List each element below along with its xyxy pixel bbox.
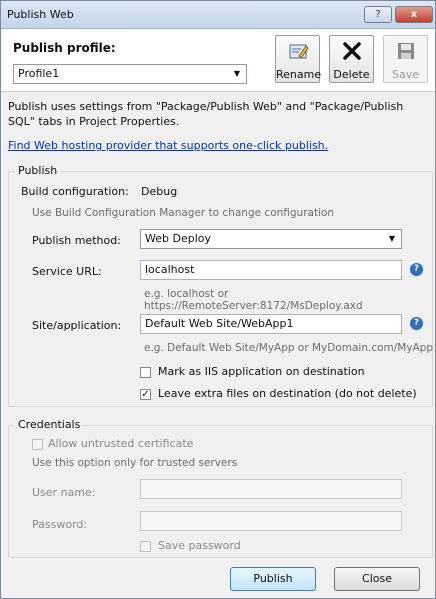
profile-header: Publish profile: Profile1 ▼ Rename Delet… <box>1 29 435 91</box>
site-application-label: Site/application: <box>32 319 122 332</box>
trusted-servers-hint: Use this option only for trusted servers <box>32 457 238 469</box>
password-input[interactable] <box>140 511 402 531</box>
site-application-hint: e.g. Default Web Site/MyApp or MyDomain.… <box>144 342 434 354</box>
service-url-label: Service URL: <box>32 265 102 278</box>
help-button[interactable]: ? <box>364 6 392 23</box>
publish-method-label: Publish method: <box>32 234 121 247</box>
rename-icon <box>276 40 319 66</box>
title-bar: Publish Web ? x <box>1 1 435 29</box>
allow-untrusted-checkbox[interactable] <box>32 439 43 450</box>
build-config-hint: Use Build Configuration Manager to chang… <box>32 207 335 219</box>
delete-button[interactable]: Delete <box>329 35 374 83</box>
rename-label: Rename <box>276 68 322 81</box>
close-window-button[interactable]: x <box>395 6 433 23</box>
rename-button[interactable]: Rename <box>275 35 322 83</box>
save-button[interactable]: Save <box>383 35 428 83</box>
save-password-checkbox[interactable] <box>140 541 151 552</box>
publish-group-label: Publish <box>15 164 61 177</box>
delete-label: Delete <box>333 68 370 81</box>
chevron-down-icon: ▼ <box>388 234 395 243</box>
leave-extra-files-checkbox[interactable]: ✓ <box>140 389 151 400</box>
mark-iis-checkbox[interactable] <box>140 367 151 378</box>
delete-x-icon <box>330 40 373 66</box>
publish-button[interactable]: Publish <box>230 567 316 591</box>
publish-method-value: Web Deploy <box>145 232 211 245</box>
hosting-provider-link[interactable]: Find Web hosting provider that supports … <box>8 139 328 152</box>
allow-untrusted-label: Allow untrusted certificate <box>48 437 194 450</box>
username-input[interactable] <box>140 479 402 499</box>
close-button[interactable]: Close <box>334 567 420 591</box>
site-application-input[interactable]: Default Web Site/WebApp1 <box>140 314 402 334</box>
window-title: Publish Web <box>7 8 74 21</box>
profile-dropdown[interactable]: Profile1 ▼ <box>13 64 247 84</box>
service-url-input[interactable]: localhost <box>140 260 402 280</box>
header-divider <box>1 91 435 92</box>
service-url-hint: e.g. localhost or https://RemoteServer:8… <box>144 288 363 312</box>
username-label: User name: <box>32 486 96 499</box>
save-password-label: Save password <box>158 539 241 552</box>
floppy-disk-icon <box>384 40 427 66</box>
question-mark-icon[interactable]: ? <box>410 317 423 330</box>
credentials-group-label: Credentials <box>15 418 84 431</box>
question-mark-icon[interactable]: ? <box>410 263 423 276</box>
build-configuration-value: Debug <box>141 185 178 198</box>
password-label: Password: <box>32 518 88 531</box>
publish-web-dialog: Publish Web ? x Publish profile: Profile… <box>0 0 436 599</box>
leave-extra-files-label: Leave extra files on destination (do not… <box>158 387 417 400</box>
save-label: Save <box>391 68 419 81</box>
profile-selected-value: Profile1 <box>18 67 60 80</box>
publish-profile-label: Publish profile: <box>13 41 116 55</box>
mark-iis-label: Mark as IIS application on destination <box>158 365 365 378</box>
publish-method-dropdown[interactable]: Web Deploy ▼ <box>140 229 402 249</box>
chevron-down-icon: ▼ <box>233 69 240 78</box>
build-configuration-label: Build configuration: <box>21 185 129 198</box>
info-text: Publish uses settings from "Package/Publ… <box>8 100 404 128</box>
